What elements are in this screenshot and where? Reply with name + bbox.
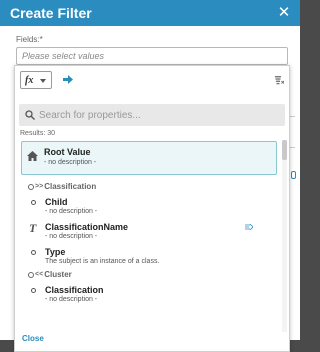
group-header-classification[interactable]: >> Classification — [28, 182, 96, 191]
scrollbar[interactable] — [282, 140, 287, 332]
list-item-root-value[interactable]: Root Value - no description - — [21, 141, 277, 175]
list-item[interactable]: Classification - no description - — [19, 285, 281, 311]
function-select[interactable]: fx — [20, 71, 52, 89]
search-box — [19, 104, 285, 126]
chevron-down-icon — [40, 79, 46, 83]
list-item-name: Classification — [45, 285, 104, 295]
function-icon: fx — [25, 74, 34, 86]
close-button[interactable]: Close — [22, 334, 44, 343]
attribute-icon — [245, 224, 253, 230]
list-item-name: Child — [45, 197, 68, 207]
list-item-description: - no description - — [44, 159, 97, 166]
group-label: Cluster — [44, 270, 72, 279]
list-item-name: Root Value — [44, 147, 91, 157]
group-label: Classification — [44, 182, 97, 191]
property-picker-popup: fx Results: 30 Root Value - no descripti… — [14, 65, 290, 352]
text-type-icon: T — [29, 221, 37, 235]
fields-label: Fields:* — [16, 35, 43, 44]
list-item[interactable]: Child - no description - — [19, 197, 281, 223]
list-item-description: - no description - — [45, 296, 98, 303]
group-header-cluster[interactable]: << Cluster — [28, 270, 72, 279]
fields-input[interactable] — [16, 47, 288, 65]
list-item-name: ClassificationName — [45, 222, 129, 232]
background-control — [291, 171, 296, 179]
arrow-right-icon[interactable] — [63, 75, 73, 84]
dialog-title: Create Filter — [10, 5, 92, 21]
results-count: Results: 30 — [20, 130, 56, 137]
dot-icon — [31, 250, 36, 255]
home-icon — [27, 151, 38, 161]
incoming-arrows-icon: << — [35, 271, 44, 278]
close-icon[interactable]: ✕ — [276, 5, 292, 21]
dot-icon — [31, 200, 36, 205]
clear-filter-icon[interactable] — [275, 75, 284, 85]
group-circle-icon — [28, 183, 34, 190]
dot-icon — [31, 288, 36, 293]
scrollbar-thumb[interactable] — [282, 140, 287, 160]
list-item-description: - no description - — [45, 233, 98, 240]
list-item-description: - no description - — [45, 208, 98, 215]
dialog-header: Create Filter ✕ — [0, 0, 300, 26]
search-icon — [25, 110, 35, 120]
property-list: Root Value - no description - >> Classif… — [19, 140, 281, 332]
list-item-name: Type — [45, 247, 66, 257]
group-circle-icon — [28, 271, 34, 278]
outgoing-arrows-icon: >> — [35, 183, 44, 190]
list-item-description: The subject is an instance of a class. — [45, 258, 160, 265]
list-item[interactable]: T ClassificationName - no description - — [19, 221, 281, 248]
search-input[interactable] — [39, 104, 279, 126]
